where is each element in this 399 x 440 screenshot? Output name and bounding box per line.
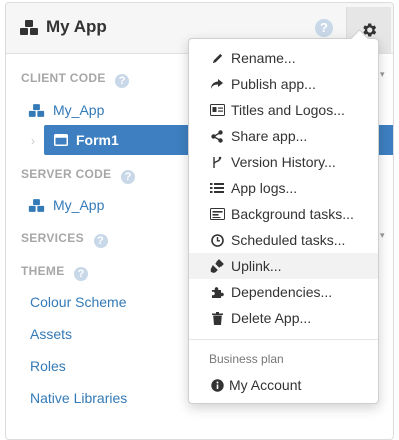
app-cubes-icon	[28, 198, 45, 212]
window-icon	[54, 134, 68, 146]
help-glyph: ?	[315, 19, 333, 37]
client-module-my-app[interactable]: My_App	[28, 102, 104, 118]
menu-item-scheduled-tasks[interactable]: Scheduled tasks...	[189, 227, 378, 253]
menu-divider	[189, 339, 378, 340]
tree-item-label: My_App	[53, 197, 105, 213]
trash-icon	[209, 311, 225, 325]
section-server-code: SERVER CODE ?	[21, 167, 136, 184]
dropdown-caret-icon[interactable]: ▾	[380, 69, 385, 80]
help-icon[interactable]: ?	[93, 234, 108, 248]
branch-icon	[209, 156, 225, 169]
chevron-right-icon[interactable]: ›	[31, 134, 35, 148]
pencil-icon	[209, 52, 225, 65]
section-label: THEME	[21, 264, 65, 278]
menu-item-background-tasks[interactable]: Background tasks...	[189, 201, 378, 227]
menu-item-app-logs[interactable]: App logs...	[189, 175, 378, 201]
tree-item-label: Form1	[76, 132, 119, 148]
menu-item-label: Share app...	[231, 128, 308, 144]
menu-item-label: Background tasks...	[231, 206, 354, 222]
tasks-icon	[209, 208, 225, 220]
theme-link-assets[interactable]: Assets	[30, 326, 72, 342]
menu-item-titles-and-logos[interactable]: Titles and Logos...	[189, 97, 378, 123]
help-icon[interactable]: ?	[115, 74, 130, 88]
help-icon[interactable]: ?	[315, 19, 333, 37]
server-module-my-app[interactable]: My_App	[28, 197, 104, 213]
menu-item-label: Scheduled tasks...	[231, 232, 346, 248]
menu-item-label: My Account	[229, 377, 302, 393]
menu-section-header: Business plan	[209, 352, 284, 366]
menu-item-share-app[interactable]: Share app...	[189, 123, 378, 149]
info-circle-icon	[209, 378, 225, 392]
menu-item-label: Version History...	[231, 154, 336, 170]
menu-item-publish-app[interactable]: Publish app...	[189, 71, 378, 97]
section-theme: THEME ?	[21, 264, 89, 281]
share-nodes-icon	[209, 129, 225, 143]
plug-icon	[209, 259, 225, 273]
app-cubes-icon	[20, 20, 38, 35]
help-icon[interactable]: ?	[121, 170, 136, 184]
dropdown-caret-icon[interactable]: ▾	[380, 230, 385, 241]
puzzle-icon	[209, 286, 225, 299]
menu-item-uplink[interactable]: Uplink...	[189, 253, 378, 279]
help-icon[interactable]: ?	[74, 267, 89, 281]
section-label: SERVICES	[21, 231, 84, 245]
app-cubes-icon	[28, 103, 45, 117]
section-label: CLIENT CODE	[21, 71, 106, 85]
menu-item-label: Delete App...	[231, 310, 312, 326]
id-card-icon	[209, 104, 225, 116]
share-arrow-icon	[209, 78, 225, 90]
menu-item-label: Uplink...	[231, 258, 282, 274]
menu-item-delete-app[interactable]: Delete App...	[189, 305, 378, 331]
menu-item-rename[interactable]: Rename...	[189, 45, 378, 71]
theme-link-roles[interactable]: Roles	[30, 358, 66, 374]
menu-item-label: Titles and Logos...	[231, 102, 345, 118]
clock-icon	[209, 233, 225, 247]
app-title: My App	[46, 17, 107, 36]
menu-item-label: Dependencies...	[231, 284, 333, 300]
tree-item-label: My_App	[53, 102, 105, 118]
theme-link-native-libraries[interactable]: Native Libraries	[30, 390, 127, 406]
section-services: SERVICES ?	[21, 231, 108, 248]
menu-item-label: Publish app...	[231, 76, 316, 92]
menu-item-label: Rename...	[231, 50, 296, 66]
section-label: SERVER CODE	[21, 167, 112, 181]
menu-item-my-account[interactable]: My Account	[189, 372, 378, 398]
theme-link-colour-scheme[interactable]: Colour Scheme	[30, 294, 127, 310]
app-settings-menu: Rename... Publish app... Titles and Logo…	[188, 38, 379, 404]
menu-item-version-history[interactable]: Version History...	[189, 149, 378, 175]
menu-item-dependencies[interactable]: Dependencies...	[189, 279, 378, 305]
menu-item-label: App logs...	[231, 180, 298, 196]
list-icon	[209, 182, 225, 194]
section-client-code: CLIENT CODE ?	[21, 71, 130, 88]
